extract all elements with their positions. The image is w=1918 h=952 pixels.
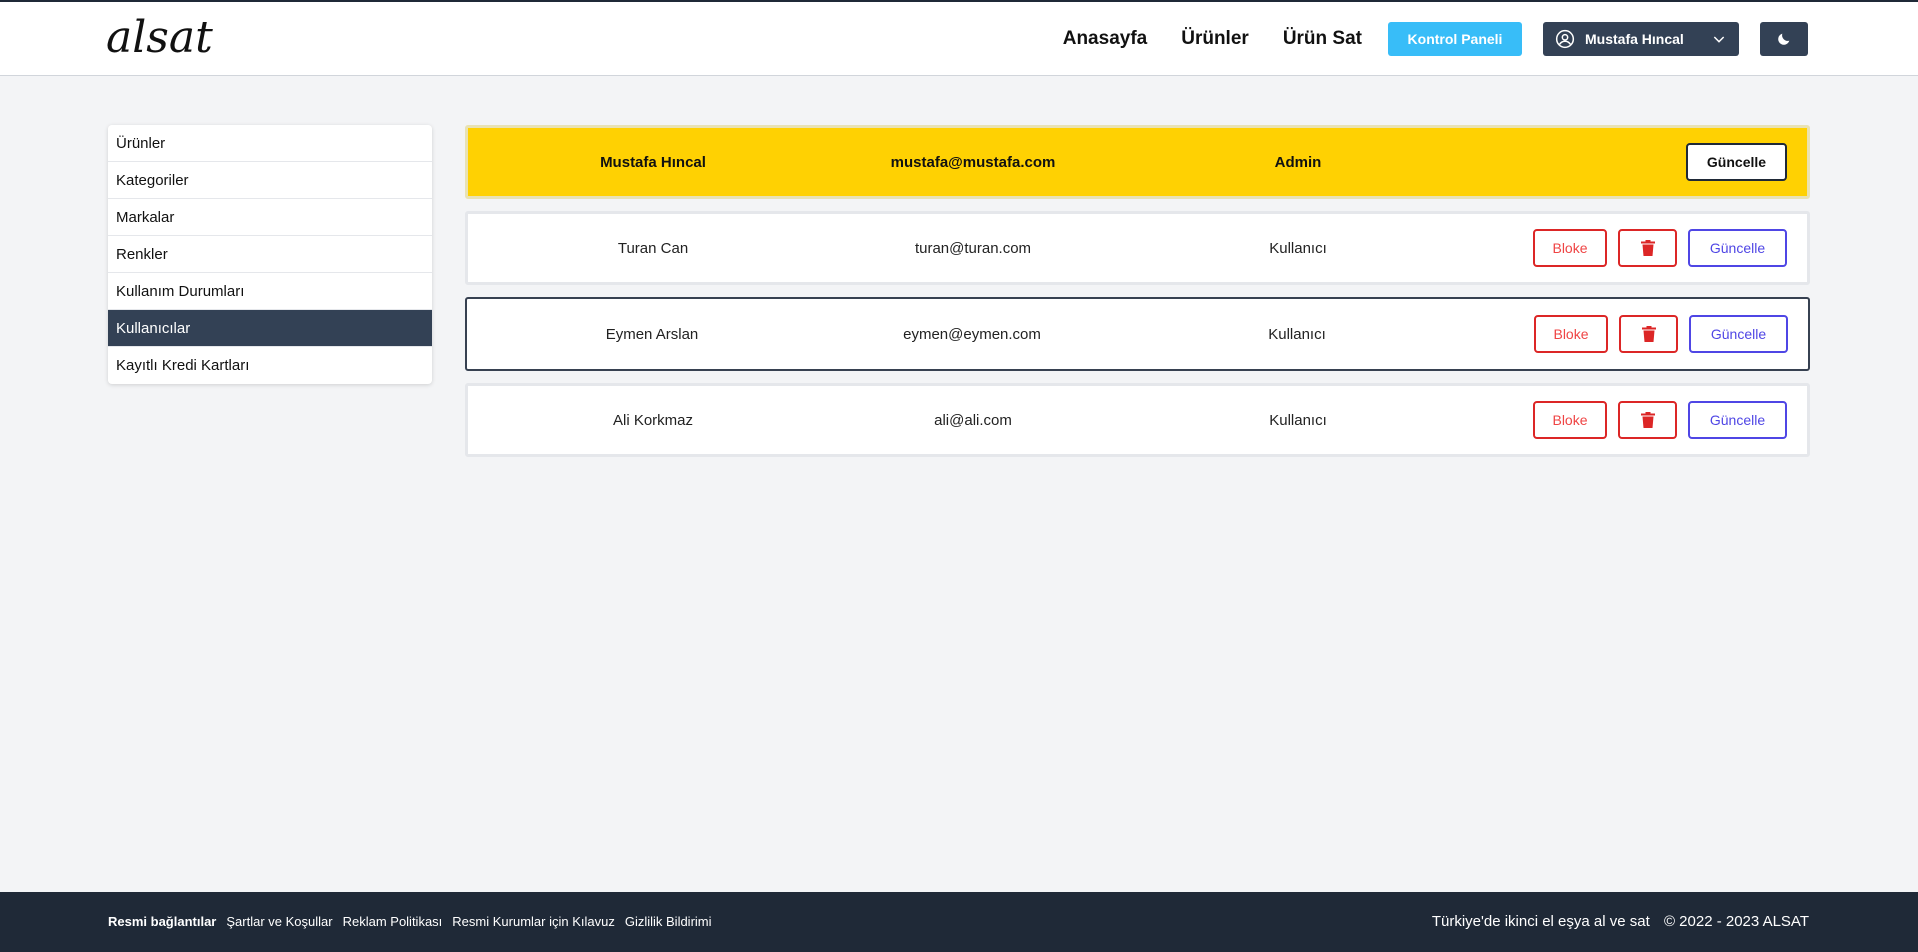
users-list: Mustafa Hıncal mustafa@mustafa.com Admin… (465, 125, 1810, 469)
admin-sidebar: Ürünler Kategoriler Markalar Renkler Kul… (108, 125, 432, 384)
footer-link-terms[interactable]: Şartlar ve Koşullar (226, 914, 332, 929)
sidebar-item-products[interactable]: Ürünler (108, 125, 432, 162)
sidebar-item-categories[interactable]: Kategoriler (108, 162, 432, 199)
user-email: turan@turan.com (914, 239, 1032, 257)
footer-links: Resmi bağlantılar Şartlar ve Koşullar Re… (108, 914, 722, 929)
trash-icon (1640, 240, 1655, 256)
user-email: mustafa@mustafa.com (890, 153, 1056, 171)
footer-link-ad-policy[interactable]: Reklam Politikası (343, 914, 443, 929)
user-row: Ali Korkmaz ali@ali.com Kullanıcı Bloke … (465, 383, 1810, 457)
user-role: Kullanıcı (1269, 411, 1327, 429)
alsat-logo[interactable]: alsat (106, 12, 213, 63)
delete-button[interactable] (1618, 401, 1677, 439)
user-actions: Bloke Güncelle (1534, 299, 1788, 369)
delete-button[interactable] (1619, 315, 1678, 353)
user-email: ali@ali.com (934, 411, 1012, 429)
user-menu-button[interactable]: Mustafa Hıncal (1543, 22, 1739, 56)
sidebar-item-users[interactable]: Kullanıcılar (108, 310, 432, 347)
user-name: Turan Can (617, 239, 689, 257)
footer: Resmi bağlantılar Şartlar ve Koşullar Re… (0, 892, 1918, 952)
user-row: Eymen Arslan eymen@eymen.com Kullanıcı B… (465, 297, 1810, 371)
footer-info: Türkiye'de ikinci el eşya al ve sat © 20… (1432, 913, 1809, 930)
theme-toggle-button[interactable] (1760, 22, 1808, 56)
user-row: Turan Can turan@turan.com Kullanıcı Blok… (465, 211, 1810, 285)
user-email: eymen@eymen.com (903, 325, 1041, 343)
moon-icon (1778, 33, 1790, 45)
trash-icon (1641, 326, 1656, 342)
footer-links-title: Resmi bağlantılar (108, 914, 217, 929)
footer-copyright: © 2022 - 2023 ALSAT (1663, 913, 1809, 930)
sidebar-item-usage-conditions[interactable]: Kullanım Durumları (108, 273, 432, 310)
block-button[interactable]: Bloke (1533, 229, 1607, 267)
delete-button[interactable] (1618, 229, 1677, 267)
user-role: Admin (1274, 153, 1322, 171)
user-role: Kullanıcı (1268, 325, 1326, 343)
user-circle-icon (1555, 29, 1575, 49)
control-panel-button[interactable]: Kontrol Paneli (1388, 22, 1522, 56)
user-actions: Güncelle (1686, 128, 1787, 196)
update-button[interactable]: Güncelle (1686, 143, 1787, 181)
block-button[interactable]: Bloke (1534, 315, 1608, 353)
nav-link-sell[interactable]: Ürün Sat (1283, 28, 1362, 50)
chevron-down-icon (1713, 36, 1725, 43)
footer-tagline: Türkiye'de ikinci el eşya al ve sat (1431, 913, 1650, 930)
sidebar-item-colors[interactable]: Renkler (108, 236, 432, 273)
user-menu-name: Mustafa Hıncal (1585, 31, 1684, 47)
user-row-admin: Mustafa Hıncal mustafa@mustafa.com Admin… (465, 125, 1810, 199)
user-actions: Bloke Güncelle (1533, 214, 1787, 282)
sidebar-item-brands[interactable]: Markalar (108, 199, 432, 236)
nav-link-products[interactable]: Ürünler (1181, 28, 1249, 50)
user-name: Ali Korkmaz (612, 411, 694, 429)
footer-link-privacy[interactable]: Gizlilik Bildirimi (625, 914, 712, 929)
nav-menu: Anasayfa Ürünler Ürün Sat Kontrol Paneli… (1063, 21, 1808, 57)
trash-icon (1640, 412, 1655, 428)
nav-link-home[interactable]: Anasayfa (1063, 28, 1148, 50)
footer-link-official-guide[interactable]: Resmi Kurumlar için Kılavuz (452, 914, 615, 929)
top-navbar: alsat Anasayfa Ürünler Ürün Sat Kontrol … (0, 2, 1918, 76)
update-button[interactable]: Güncelle (1689, 315, 1788, 353)
user-role: Kullanıcı (1269, 239, 1327, 257)
update-button[interactable]: Güncelle (1688, 401, 1787, 439)
block-button[interactable]: Bloke (1533, 401, 1607, 439)
sidebar-item-saved-cards[interactable]: Kayıtlı Kredi Kartları (108, 347, 432, 384)
update-button[interactable]: Güncelle (1688, 229, 1787, 267)
user-name: Mustafa Hıncal (600, 153, 706, 171)
user-actions: Bloke Güncelle (1533, 386, 1787, 454)
user-name: Eymen Arslan (605, 325, 699, 343)
